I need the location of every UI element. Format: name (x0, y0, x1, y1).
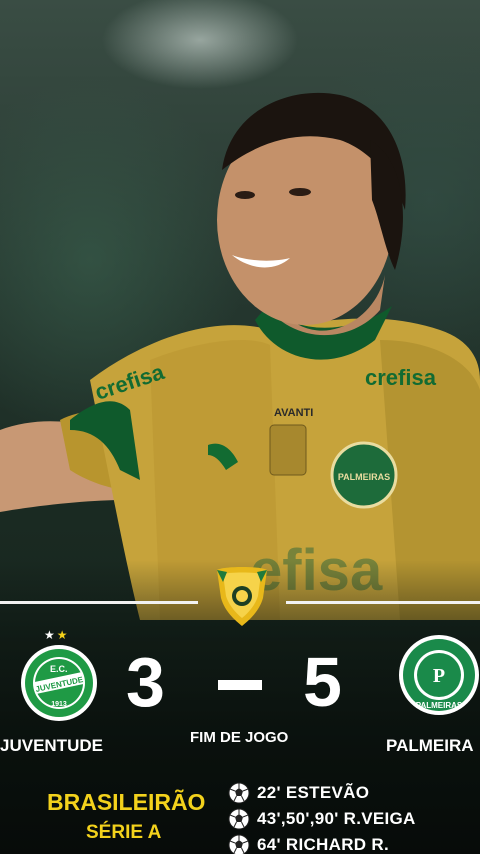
svg-text:crefisa: crefisa (365, 365, 437, 390)
brasileirao-trophy-icon (217, 567, 267, 626)
scorer-text: 43',50',90' R.VEIGA (257, 809, 416, 828)
home-score: 3 (126, 643, 165, 721)
soccer-ball-icon (228, 808, 250, 830)
soccer-ball-icon (228, 834, 250, 854)
divider-right (286, 601, 480, 604)
match-status: FIM DE JOGO (190, 729, 289, 746)
scorer-item: 64' RICHARD R. (228, 832, 416, 854)
league-name: BRASILEIRÃO (47, 789, 206, 815)
svg-text:E.C.: E.C. (50, 664, 68, 674)
scorers-list: 22' ESTEVÃO 43',50',90' R.VEIGA 64' RICH… (228, 780, 416, 854)
scorer-text: 64' RICHARD R. (257, 835, 389, 854)
juventude-crest-icon: JUVENTUDE E.C. 1913 (21, 645, 97, 721)
home-team-name: JUVENTUDE (0, 736, 103, 755)
svg-text:P: P (433, 665, 445, 687)
svg-text:1913: 1913 (51, 701, 67, 708)
scorer-item: 43',50',90' R.VEIGA (228, 806, 416, 832)
soccer-ball-icon (228, 782, 250, 804)
away-score: 5 (303, 643, 342, 721)
svg-text:AVANTI: AVANTI (274, 407, 313, 419)
away-team-name: PALMEIRA (386, 736, 474, 755)
svg-text:PALMEIRAS: PALMEIRAS (416, 701, 463, 710)
league-series: SÉRIE A (86, 822, 162, 843)
palmeiras-crest-icon: P PALMEIRAS (399, 635, 479, 715)
divider-left (0, 601, 198, 604)
scorer-item: 22' ESTEVÃO (228, 780, 416, 806)
player-photo: crefisa crefisa efisa PALMEIRAS AVANTI (0, 0, 480, 854)
score-separator (218, 680, 262, 690)
svg-text:PALMEIRAS: PALMEIRAS (338, 472, 390, 482)
two-stars-icon: ★★ (44, 628, 70, 642)
scorer-text: 22' ESTEVÃO (257, 783, 370, 802)
